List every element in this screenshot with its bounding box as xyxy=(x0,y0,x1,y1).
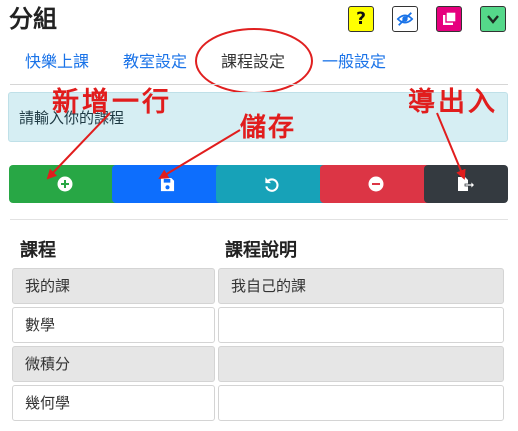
help-button[interactable]: ? xyxy=(348,6,374,32)
plus-circle-icon xyxy=(57,176,72,192)
toggle-visibility-button[interactable] xyxy=(392,6,418,32)
undo-button[interactable] xyxy=(216,165,327,203)
eye-slash-icon xyxy=(396,12,414,26)
section-divider xyxy=(10,219,508,220)
copy-icon xyxy=(443,11,457,25)
tab-happy-class[interactable]: 快樂上課 xyxy=(25,52,89,72)
column-header-course: 課程 xyxy=(20,240,56,261)
column-header-description: 課程說明 xyxy=(225,240,297,261)
add-row-button[interactable] xyxy=(9,165,120,203)
course-name-cell[interactable]: 我的課 xyxy=(12,268,215,304)
export-annotation: 導出入 xyxy=(408,87,498,118)
course-description-cell[interactable] xyxy=(218,307,504,343)
undo-icon xyxy=(265,176,279,192)
page-title: 分組 xyxy=(9,5,57,33)
course-description-cell[interactable]: 我自己的課 xyxy=(218,268,504,304)
save-button[interactable] xyxy=(112,165,223,203)
tab-general-settings[interactable]: 一般設定 xyxy=(322,52,386,72)
export-icon xyxy=(458,177,475,191)
delete-button[interactable] xyxy=(320,165,431,203)
course-description-cell[interactable] xyxy=(218,346,504,382)
course-name-cell[interactable]: 幾何學 xyxy=(12,385,215,421)
expand-button[interactable] xyxy=(480,6,506,32)
tab-classroom-settings[interactable]: 教室設定 xyxy=(123,52,187,72)
save-icon xyxy=(160,177,175,191)
export-button[interactable] xyxy=(424,165,508,203)
minus-circle-icon xyxy=(368,176,383,192)
save-annotation: 儲存 xyxy=(240,113,297,143)
add-row-annotation: 新增一行 xyxy=(52,87,172,118)
course-name-cell[interactable]: 數學 xyxy=(12,307,215,343)
chevron-down-icon xyxy=(487,15,499,24)
course-description-cell[interactable] xyxy=(218,385,504,421)
question-icon: ? xyxy=(356,9,366,29)
course-name-cell[interactable]: 微積分 xyxy=(12,346,215,382)
copy-button[interactable] xyxy=(436,6,462,32)
